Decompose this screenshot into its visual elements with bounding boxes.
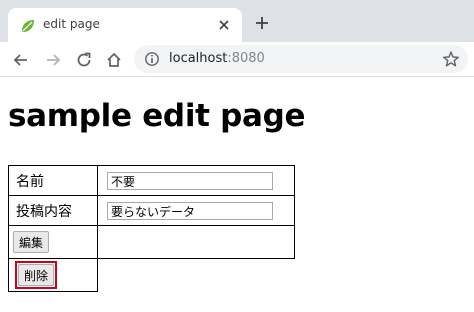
browser-tab[interactable]: edit page [8, 8, 242, 42]
content-input-cell [97, 195, 295, 226]
back-arrow-icon[interactable] [12, 51, 30, 69]
home-icon[interactable] [105, 51, 123, 69]
url-host: localhost [169, 51, 228, 66]
page-title: sample edit page [8, 98, 306, 134]
info-icon[interactable] [144, 51, 160, 67]
browser-toolbar: localhost:8080 [0, 42, 474, 77]
delete-button[interactable]: 削除 [18, 264, 55, 286]
edit-button[interactable]: 編集 [13, 231, 50, 253]
delete-highlight-box: 削除 [15, 261, 58, 289]
content-label: 投稿内容 [8, 195, 98, 226]
url-port: :8080 [227, 51, 265, 66]
edit-button-cell: 編集 [8, 225, 98, 259]
new-tab-icon[interactable] [254, 15, 270, 31]
edit-row: 編集 [8, 225, 295, 259]
name-label: 名前 [8, 165, 98, 196]
content-row: 投稿内容 [8, 195, 295, 226]
name-row: 名前 [8, 165, 295, 196]
bookmark-star-icon[interactable] [442, 50, 460, 68]
spring-leaf-icon [22, 20, 34, 32]
close-tab-icon[interactable] [216, 17, 232, 33]
edit-form-table: 名前 投稿内容 編集 削除 [8, 165, 295, 292]
empty-cell [97, 225, 295, 259]
forward-arrow-icon[interactable] [44, 51, 62, 69]
url-text: localhost:8080 [169, 51, 265, 66]
delete-row: 削除 [8, 258, 295, 292]
name-input-cell [97, 165, 295, 196]
delete-button-cell: 削除 [8, 258, 98, 292]
reload-icon[interactable] [75, 51, 93, 69]
address-bar[interactable]: localhost:8080 [134, 45, 468, 73]
name-input[interactable] [107, 172, 273, 191]
browser-tab-strip: edit page [0, 0, 474, 42]
tab-title: edit page [43, 17, 100, 31]
content-input[interactable] [107, 202, 273, 221]
